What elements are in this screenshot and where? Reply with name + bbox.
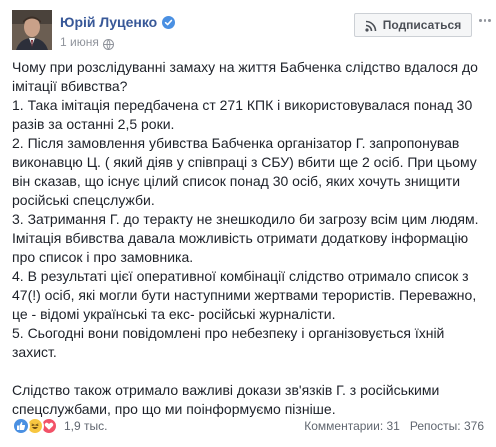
reaction-count: 1,9 тыс. xyxy=(64,419,108,433)
more-horizontal-icon[interactable] xyxy=(478,13,492,27)
globe-icon xyxy=(102,37,114,50)
author-name[interactable]: Юрій Луценко xyxy=(60,13,157,31)
verified-badge-icon xyxy=(162,15,176,29)
post-paragraph: 3. Затримання Г. до теракту не знешкодил… xyxy=(12,211,479,265)
comments-count[interactable]: Комментарии: 31 xyxy=(304,417,400,435)
post-paragraph: 4. В результаті цієї оперативної комбіна… xyxy=(12,268,477,322)
shares-count[interactable]: Репосты: 376 xyxy=(410,417,484,435)
post-paragraph: Чому при розслідуванні замаху на життя Б… xyxy=(12,59,478,94)
post-body: Чому при розслідуванні замаху на життя Б… xyxy=(12,58,484,419)
reactions-summary[interactable]: 1,9 тыс. xyxy=(12,417,107,435)
post-stats: Комментарии: 31 Репосты: 376 xyxy=(294,417,484,435)
post-paragraph: Слідство також отримало важливі докази з… xyxy=(12,382,440,417)
post-date[interactable]: 1 июня xyxy=(60,34,99,50)
post-paragraph: 5. Сьогодні вони повідомлені про небезпе… xyxy=(12,325,445,360)
subscribe-button[interactable]: Подписаться xyxy=(354,13,472,37)
rss-icon xyxy=(365,19,377,32)
post-paragraph: 2. Після замовлення убивства Бабченка ор… xyxy=(12,135,477,208)
post-meta: 1 июня xyxy=(60,34,114,50)
subscribe-label: Подписаться xyxy=(382,18,462,32)
post-paragraph: 1. Така імітація передбачена ст 271 КПК … xyxy=(12,97,473,132)
post-header: Юрій Луценко 1 июня Подписаться xyxy=(12,10,492,52)
facebook-post: Юрій Луценко 1 июня Подписаться Чому при… xyxy=(0,0,496,447)
like-icon xyxy=(12,417,30,435)
author-line: Юрій Луценко xyxy=(60,13,176,31)
post-footer: 1,9 тыс. Комментарии: 31 Репосты: 376 xyxy=(12,415,484,437)
avatar[interactable] xyxy=(12,10,52,50)
